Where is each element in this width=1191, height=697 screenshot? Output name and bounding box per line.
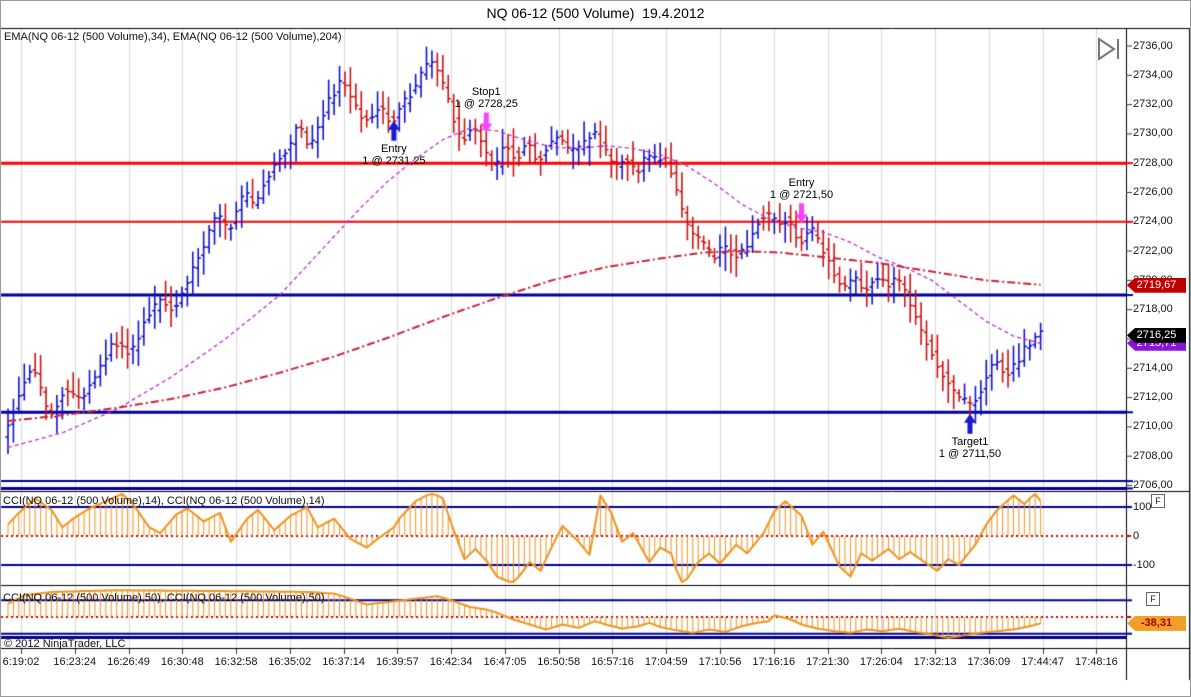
trade-annotation: Entry 1 @ 2721,50	[769, 177, 834, 202]
trade-annotation: Stop1 1 @ 2728,25	[454, 86, 518, 111]
ema-indicator-label: EMA(NQ 06-12 (500 Volume),34), EMA(NQ 06…	[4, 31, 342, 43]
price-axis-label: 2732,00	[1133, 98, 1173, 111]
price-axis-label: 2728,00	[1133, 156, 1173, 169]
cci50-features-button[interactable]: F	[1146, 592, 1160, 606]
price-axis-label: 2706,00	[1133, 479, 1173, 491]
trade-annotation: Entry 1 @ 2731,25	[362, 142, 426, 167]
chart-title: NQ 06-12 (500 Volume) 19.4.2012	[486, 5, 705, 21]
go-to-last-bar-icon[interactable]	[1095, 36, 1125, 62]
price-axis-label: 2724,00	[1133, 215, 1173, 228]
price-tag: 2716,25	[1127, 327, 1186, 343]
trade-annotation: Target1 1 @ 2711,50	[938, 435, 1002, 460]
cci14-indicator-label: CCI(NQ 06-12 (500 Volume),14), CCI(NQ 06…	[3, 495, 325, 507]
cci50-indicator-label: CCI(NQ 06-12 (500 Volume),50), CCI(NQ 06…	[3, 592, 325, 604]
cci-value-tag: -38,31	[1127, 615, 1186, 631]
price-axis-label: 2736,00	[1133, 39, 1173, 52]
price-axis-label: 2708,00	[1133, 449, 1173, 462]
cci-axis-label: 100	[1133, 500, 1152, 513]
price-tag: 2719,67	[1127, 277, 1186, 293]
price-axis-label: 2718,00	[1133, 303, 1173, 316]
price-axis-label: 2734,00	[1133, 68, 1173, 81]
cci-axis-label: -100	[1133, 558, 1156, 571]
price-axis-label: 2712,00	[1133, 391, 1173, 404]
cci14-features-button[interactable]: F	[1151, 494, 1165, 508]
price-axis-label: 2726,00	[1133, 186, 1173, 198]
price-axis-label: 2722,00	[1133, 244, 1173, 257]
time-axis-label: 17:48:16	[1074, 656, 1118, 668]
price-axis-label: 2714,00	[1133, 361, 1173, 374]
cci-axis-label: 0	[1133, 529, 1140, 542]
price-axis-label: 2710,00	[1133, 420, 1173, 433]
price-axis-label: 2730,00	[1133, 127, 1173, 140]
